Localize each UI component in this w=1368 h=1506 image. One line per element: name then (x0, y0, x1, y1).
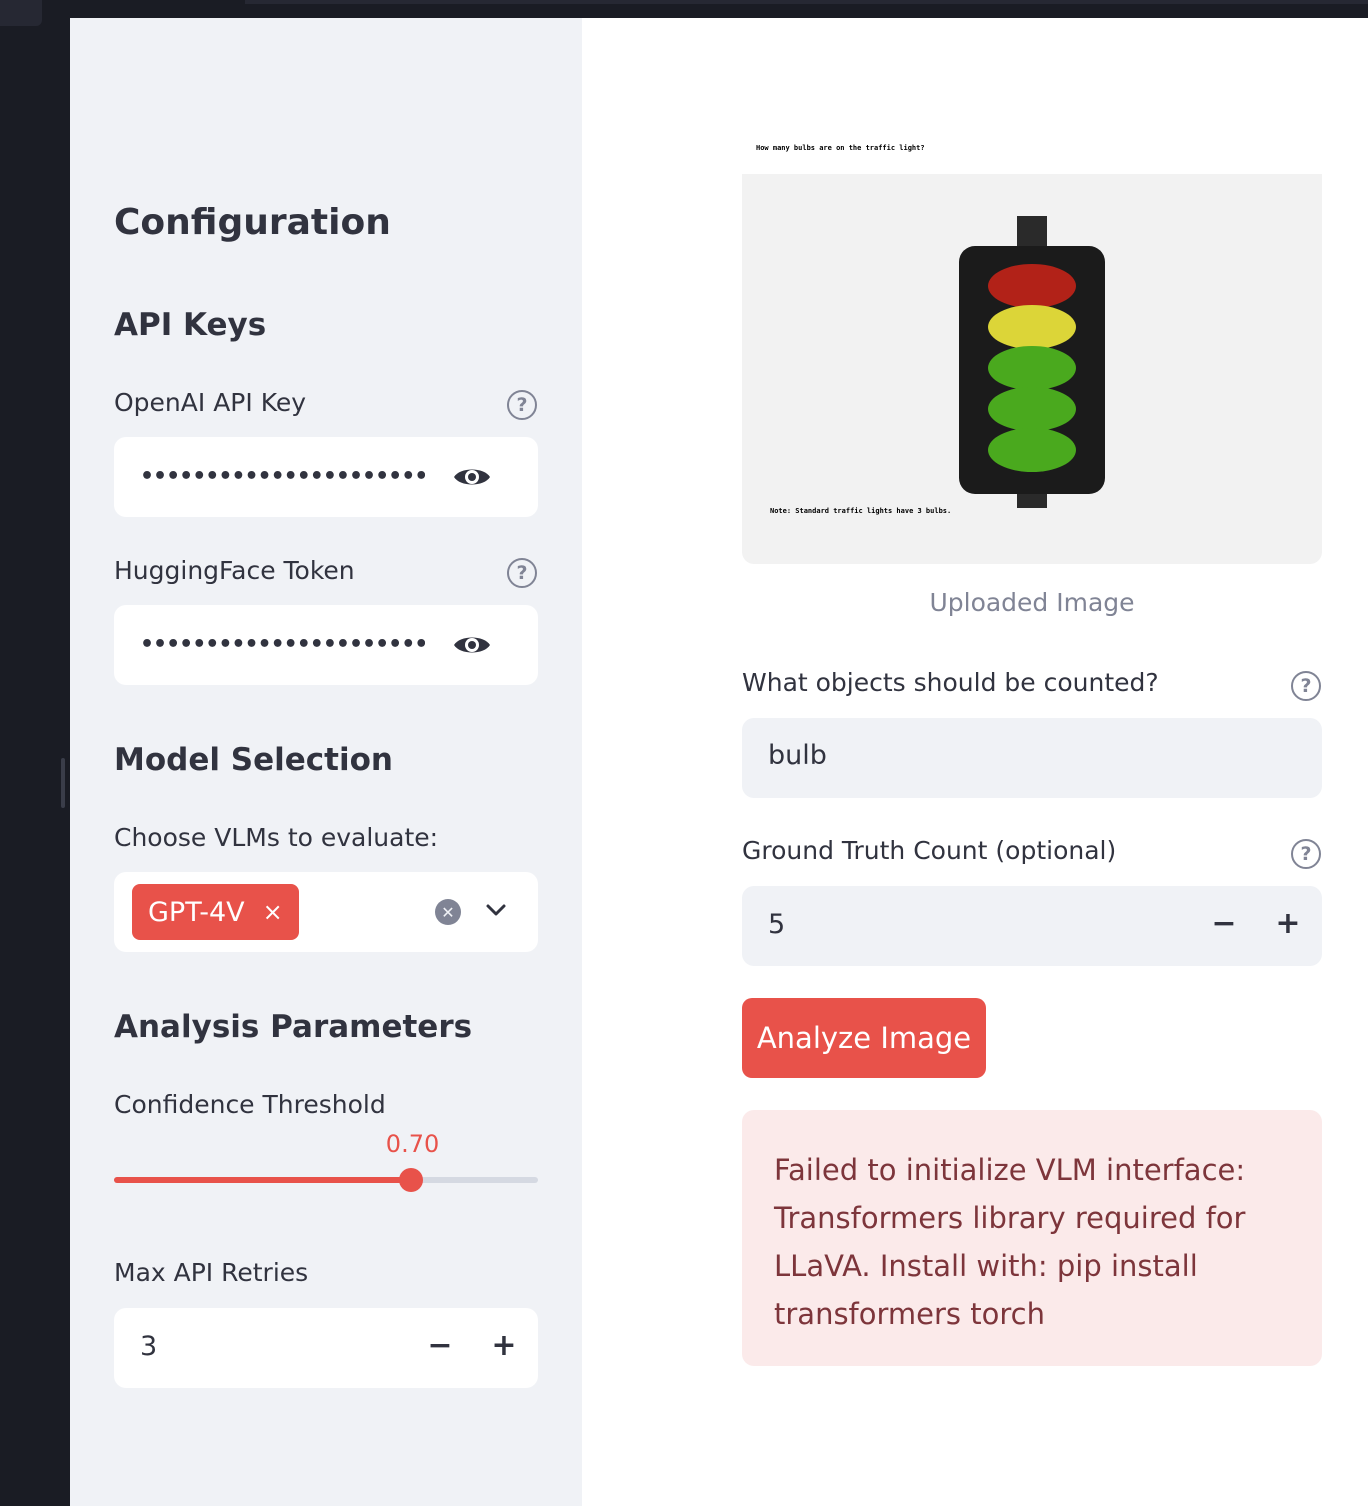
slider-thumb[interactable] (398, 1168, 423, 1192)
image-question-text: How many bulbs are on the traffic light? (756, 144, 925, 152)
help-icon[interactable]: ? (507, 558, 537, 588)
max-retries-input[interactable] (114, 1308, 538, 1388)
openai-key-value[interactable]: •••••••••••••••••••••••••••••••••• (140, 464, 425, 489)
traffic-light-bulb (988, 428, 1076, 472)
sidebar-title: Configuration (114, 202, 391, 243)
max-retries-label: Max API Retries (114, 1258, 309, 1287)
objects-label: What objects should be counted? (742, 668, 1159, 697)
sidebar-resize-handle[interactable] (61, 758, 65, 808)
help-icon[interactable]: ? (1291, 839, 1321, 869)
model-selection-heading: Model Selection (114, 742, 393, 778)
image-note-text: Note: Standard traffic lights have 3 bul… (770, 507, 952, 515)
analyze-image-button[interactable]: Analyze Image (742, 998, 986, 1078)
traffic-light-image (959, 216, 1105, 508)
strip-button[interactable] (0, 0, 42, 26)
ground-truth-value[interactable]: 5 (768, 909, 785, 940)
hf-token-label: HuggingFace Token (114, 556, 355, 585)
selected-model-tag: GPT-4V × (132, 884, 299, 940)
help-icon[interactable]: ? (507, 390, 537, 420)
traffic-light-bulb (988, 305, 1076, 349)
remove-tag-icon[interactable]: × (263, 898, 283, 926)
app-left-strip (0, 0, 70, 1506)
choose-vlms-label: Choose VLMs to evaluate: (114, 823, 439, 852)
confidence-threshold-label: Confidence Threshold (114, 1090, 386, 1119)
image-caption: Uploaded Image (929, 588, 1135, 617)
objects-input[interactable] (742, 718, 1322, 798)
clear-all-icon[interactable]: ✕ (435, 899, 461, 925)
selected-model-label: GPT-4V (148, 896, 245, 928)
ground-truth-label: Ground Truth Count (optional) (742, 836, 1117, 865)
traffic-light-bulb (988, 346, 1076, 390)
analysis-parameters-heading: Analysis Parameters (114, 1009, 473, 1045)
show-password-icon[interactable] (452, 464, 492, 490)
error-message: Failed to initialize VLM interface: Tran… (774, 1153, 1246, 1331)
help-icon[interactable]: ? (1291, 671, 1321, 701)
chevron-down-icon[interactable] (485, 902, 507, 918)
api-keys-heading: API Keys (114, 307, 267, 343)
traffic-light-bulb (988, 387, 1076, 431)
increment-button[interactable]: + (484, 1328, 524, 1363)
hf-token-value[interactable]: •••••••••••••••••••••••••••••••••• (140, 632, 425, 657)
objects-input-value[interactable]: bulb (768, 740, 827, 771)
traffic-light-bulb (988, 264, 1076, 308)
show-password-icon[interactable] (452, 632, 492, 658)
openai-key-label: OpenAI API Key (114, 388, 307, 417)
slider-value: 0.70 (385, 1130, 440, 1158)
decrement-button[interactable]: − (420, 1328, 460, 1363)
decrement-button[interactable]: − (1204, 906, 1244, 941)
error-alert: Failed to initialize VLM interface: Tran… (742, 1110, 1322, 1366)
slider-fill (114, 1177, 411, 1183)
top-bar-tab (245, 0, 1368, 4)
max-retries-value[interactable]: 3 (140, 1331, 157, 1362)
increment-button[interactable]: + (1268, 906, 1308, 941)
